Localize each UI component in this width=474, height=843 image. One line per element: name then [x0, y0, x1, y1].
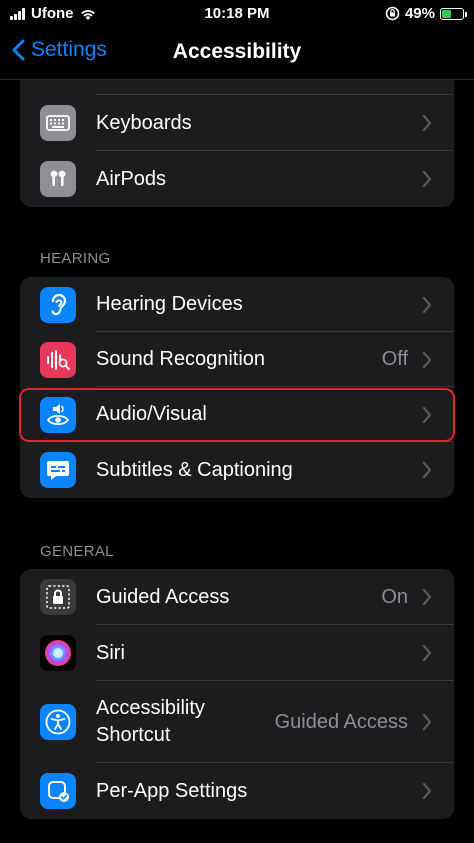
row-label: Keyboards	[96, 111, 192, 134]
chevron-right-icon	[422, 644, 432, 662]
navigation-bar: Settings Accessibility	[0, 28, 474, 80]
section-header-hearing: HEARING	[40, 250, 111, 267]
row-label: Subtitles & Captioning	[96, 458, 293, 481]
section-header-general: GENERAL	[40, 543, 114, 560]
row-label-line1: Accessibility	[96, 697, 205, 719]
orientation-lock-icon	[385, 6, 400, 21]
page-title: Accessibility	[172, 40, 302, 63]
chevron-right-icon	[422, 782, 432, 800]
keyboard-icon	[40, 105, 76, 141]
settings-row-airpods[interactable]: AirPods	[20, 151, 454, 207]
status-right: 49%	[385, 5, 467, 22]
battery-percent: 49%	[404, 5, 435, 22]
airpods-icon	[40, 161, 76, 197]
chevron-right-icon	[422, 406, 432, 423]
chevron-right-icon	[422, 461, 432, 479]
row-label: Per-App Settings	[96, 779, 248, 802]
chevron-right-icon	[422, 351, 432, 368]
row-label: Guided Access	[96, 585, 230, 608]
battery-icon	[440, 7, 467, 20]
chevron-right-icon	[422, 114, 432, 132]
row-label: AirPods	[96, 167, 167, 190]
settings-row-audio-visual[interactable]: Audio/Visual	[20, 387, 454, 442]
battery-fill	[442, 9, 452, 18]
settings-row-guided-access[interactable]: Guided Access On	[20, 569, 454, 625]
hearing-settings-group: Hearing Devices Sound Recognition Off Au…	[20, 277, 454, 498]
audio-visual-icon	[40, 396, 76, 433]
status-bar: Ufone 10:18 PM 49%	[0, 0, 474, 28]
row-label: Siri	[96, 641, 125, 664]
siri-icon	[40, 635, 76, 671]
settings-row-subtitles-captioning[interactable]: Subtitles & Captioning	[20, 442, 454, 498]
chevron-right-icon	[422, 713, 432, 731]
row-label: Hearing Devices	[96, 293, 243, 315]
sound-recognition-icon	[40, 341, 76, 378]
settings-row-hearing-devices[interactable]: Hearing Devices	[20, 277, 454, 332]
chevron-right-icon	[422, 170, 432, 188]
row-value: On	[381, 585, 408, 608]
settings-row-accessibility-shortcut[interactable]: Accessibility Shortcut Guided Access	[20, 681, 454, 763]
settings-row-keyboards[interactable]: Keyboards	[20, 95, 454, 151]
general-settings-group: Guided Access On Siri Accessibility Shor…	[20, 569, 454, 819]
per-app-settings-icon	[40, 773, 76, 809]
captions-icon	[40, 452, 76, 488]
guided-access-icon	[40, 579, 76, 615]
chevron-right-icon	[422, 588, 432, 606]
settings-row-sound-recognition[interactable]: Sound Recognition Off	[20, 332, 454, 387]
accessibility-icon	[40, 704, 76, 740]
row-label: Sound Recognition	[96, 348, 266, 370]
row-value: Guided Access	[274, 710, 408, 733]
chevron-right-icon	[422, 296, 432, 313]
row-label: Audio/Visual	[96, 403, 207, 425]
row-label-line2: Shortcut	[96, 724, 171, 746]
row-value: Off	[381, 348, 408, 370]
settings-row-siri[interactable]: Siri	[20, 625, 454, 681]
row-label-multiline: Accessibility Shortcut	[96, 695, 205, 749]
settings-row-per-app-settings[interactable]: Per-App Settings	[20, 763, 454, 819]
top-settings-group: Keyboards AirPods	[20, 68, 454, 207]
ear-icon	[40, 286, 76, 323]
